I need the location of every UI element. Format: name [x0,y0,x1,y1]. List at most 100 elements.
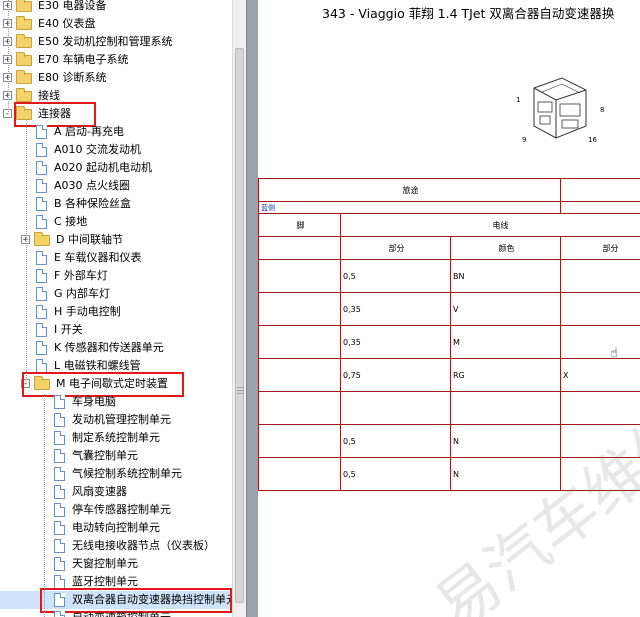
cell-section: 0,5 [340,424,451,458]
folder-icon [16,16,32,30]
panel-splitter[interactable] [246,0,258,617]
tree-item[interactable]: 气候控制系统控制单元 [0,465,232,483]
tree-item-label: I 开关 [54,323,83,336]
tree-item-label: E50 发动机控制和管理系统 [38,35,173,48]
document-view: 343 - Viaggio 菲翔 1.4 TJet 双离合器自动变速器换 1 8… [258,0,640,617]
pin-label-9: 9 [522,136,527,144]
tree-item[interactable]: + E80 诊断系统 [0,69,232,87]
cell-section: 0,5 [340,259,451,293]
tree-item-label: 无线电接收器节点（仪表板） [72,539,215,552]
document-icon [54,431,65,445]
tree-item-label: E 车载仪器和仪表 [54,251,142,264]
tree-item[interactable]: 制定系统控制单元 [0,429,232,447]
document-title: 343 - Viaggio 菲翔 1.4 TJet 双离合器自动变速器换 [322,6,615,21]
table-row [258,391,640,425]
table-row: 0,5 BN [258,259,640,293]
cell-section: 0,35 [340,325,451,359]
tree-item[interactable]: G 内部车灯 [0,285,232,303]
tree-item[interactable]: 天窗控制单元 [0,555,232,573]
folder-icon [16,88,32,102]
cell-color: RG [449,358,562,392]
tree-item[interactable]: + E30 电器设备 [0,0,232,15]
cell-extra [560,325,640,359]
tree-item-label: 车身电脑 [72,395,116,408]
cell-extra: X [560,358,640,392]
pin-label-8: 8 [600,106,605,114]
document-icon [36,161,47,175]
tree-item-label: 制定系统控制单元 [72,431,160,444]
cell-extra [560,292,640,326]
tree-item[interactable]: H 手动电控制 [0,303,232,321]
tree-item[interactable]: + D 中间联轴节 [0,231,232,249]
tree-item-label: 电动转向控制单元 [72,521,160,534]
document-icon [36,269,47,283]
tree-item[interactable]: 自动变速箱控制单元 [0,609,232,617]
table-header-color: 颜色 [449,236,562,260]
tree-item[interactable]: + E40 仪表盘 [0,15,232,33]
tree-item[interactable]: 车身电脑 [0,393,232,411]
tree-item[interactable]: 电动转向控制单元 [0,519,232,537]
connector-tree-panel[interactable]: + E30 电器设备 + E40 仪表盘 + E50 发动机控制和管理系统 + E70 车辆电… [0,0,232,617]
pin-label-16: 16 [588,136,597,144]
cell-pin [258,457,341,491]
tree-scrollbar[interactable]: ― ― ― [232,0,246,617]
tree-item[interactable]: 气囊控制单元 [0,447,232,465]
folder-icon [34,232,50,246]
cell-pin [258,358,341,392]
tree-item-label: E30 电器设备 [38,0,107,12]
tree-item[interactable]: C 接地 [0,213,232,231]
document-icon [54,539,65,553]
cell-color: V [449,292,562,326]
tree-item[interactable]: 风扇变速器 [0,483,232,501]
document-icon [54,395,65,409]
document-icon [36,179,47,193]
tree-item[interactable]: 停车传感器控制单元 [0,501,232,519]
folder-icon [16,70,32,84]
tree-item[interactable]: + E70 车辆电子系统 [0,51,232,69]
cell-section [340,391,451,425]
document-icon [36,359,47,373]
document-icon [36,197,47,211]
tree-item-label: E40 仪表盘 [38,17,96,30]
cell-pin [258,259,341,293]
tree-item-label: 气候控制系统控制单元 [72,467,182,480]
tree-item[interactable]: E 车载仪器和仪表 [0,249,232,267]
document-icon [36,143,47,157]
connector-diagram-icon [533,77,587,139]
cell-color: N [449,424,562,458]
tree-item[interactable]: F 外部车灯 [0,267,232,285]
cell-color: M [449,325,562,359]
cell-color: BN [449,259,562,293]
cell-pin [258,292,341,326]
tree-item-label: 发动机管理控制单元 [72,413,171,426]
cell-section: 0,75 [340,358,451,392]
tree-item[interactable]: B 各种保险丝盒 [0,195,232,213]
tree-item[interactable]: A010 交流发动机 [0,141,232,159]
tree-item-label: 自动变速箱控制单元 [72,609,171,617]
tree-item[interactable]: I 开关 [0,321,232,339]
table-header-pin: 脚 [258,213,341,237]
tree-item[interactable]: A030 点火线圈 [0,177,232,195]
tree-scrollbar-thumb[interactable] [235,48,244,603]
document-icon [54,503,65,517]
tree-item-label: D 中间联轴节 [56,233,123,246]
document-icon [54,611,65,617]
tree-item[interactable]: A020 起动机电动机 [0,159,232,177]
tree-item[interactable]: K 传感器和传送器单元 [0,339,232,357]
pin-label-1: 1 [516,96,521,104]
tree-item[interactable]: + E50 发动机控制和管理系统 [0,33,232,51]
cell-pin [258,424,341,458]
tree-item[interactable]: 无线电接收器节点（仪表板） [0,537,232,555]
folder-icon [16,0,32,12]
tree-item-label: G 内部车灯 [54,287,111,300]
tree-item[interactable]: A 启动-再充电 [0,123,232,141]
tree-item-label: 天窗控制单元 [72,557,138,570]
tree-item-label: F 外部车灯 [54,269,108,282]
cell-section: 0,35 [340,292,451,326]
document-icon [54,449,65,463]
document-icon [54,413,65,427]
tree-item[interactable]: 发动机管理控制单元 [0,411,232,429]
tree-item-label: A020 起动机电动机 [54,161,153,174]
document-icon [54,485,65,499]
tree-item-label: K 传感器和传送器单元 [54,341,164,354]
